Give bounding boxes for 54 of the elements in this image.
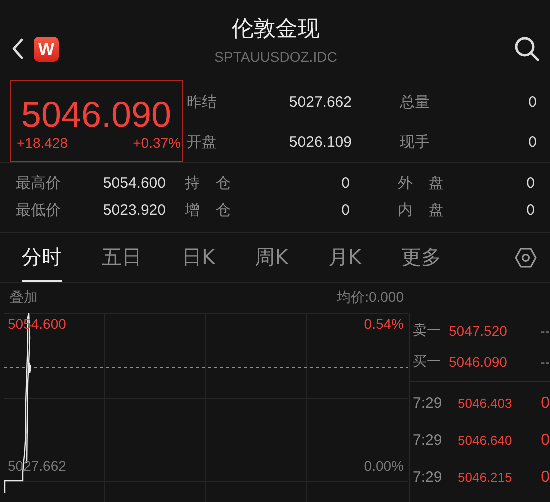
price-change: +18.428 [17,135,68,151]
chart-tab[interactable]: 周K [255,233,288,282]
stat-value: 0 [528,94,537,110]
stat-value: 0 [526,175,535,192]
tick-price: 5046.215 [458,470,514,485]
chart-tab[interactable]: 分时 [22,233,62,282]
stat-label: 外 盘 [398,174,446,193]
stat-value: 0 [528,134,537,150]
tick-price: 5046.403 [458,396,514,411]
stat-label: 最高价 [16,174,62,193]
symbol-code: SPTAUUSDOZ.IDC [214,49,338,65]
chart-tab[interactable]: 日K [182,233,216,282]
chart-tab[interactable]: 月K [328,233,362,282]
stat-label: 总量 [400,92,431,112]
stat-label: 昨结 [187,92,218,112]
stat-label: 增 仓 [185,201,232,220]
search-icon[interactable] [514,36,540,62]
order-label: 买一 [413,352,442,370]
tick-time: 7:29 [413,395,444,412]
stat-value: 5054.600 [102,175,166,192]
order-volume: -- [540,354,550,370]
high-percent: 0.54% [364,316,404,332]
last-price: 5046.090 [20,93,173,135]
order-price: 5047.520 [449,322,508,338]
average-price: 均价:0.000 [337,289,404,307]
percent-change: +0.37% [133,135,181,151]
chart-tab[interactable]: 更多 [401,233,442,282]
back-icon[interactable] [12,38,24,60]
stat-label: 内 盘 [398,201,446,220]
tick-volume: 0 [540,394,550,412]
stat-value: 5026.109 [288,134,352,150]
stat-label: 开盘 [187,132,218,152]
stat-value: 0 [340,202,350,219]
tick-price: 5046.640 [458,433,514,448]
stat-label: 持 仓 [185,174,232,193]
tick-time: 7:29 [413,469,444,486]
page-title: 伦敦金现 [232,17,320,43]
chart-tab[interactable]: 五日 [102,233,142,282]
stat-label: 最低价 [16,201,62,220]
stat-value: 5027.662 [288,94,352,110]
stat-label: 现手 [400,132,431,152]
order-label: 卖一 [413,322,442,340]
stat-value: 0 [526,202,535,219]
order-volume: -- [540,322,550,338]
base-percent: 0.00% [364,458,404,474]
stat-value: 0 [340,175,350,192]
tick-volume: 0 [540,468,550,486]
stat-value: 5023.920 [102,202,166,219]
tick-volume: 0 [540,432,550,450]
overlay-button[interactable]: 叠加 [10,289,38,307]
order-price: 5046.090 [449,354,508,370]
tick-time: 7:29 [413,432,444,449]
settings-icon[interactable] [514,246,538,270]
app-logo: W [34,36,59,62]
